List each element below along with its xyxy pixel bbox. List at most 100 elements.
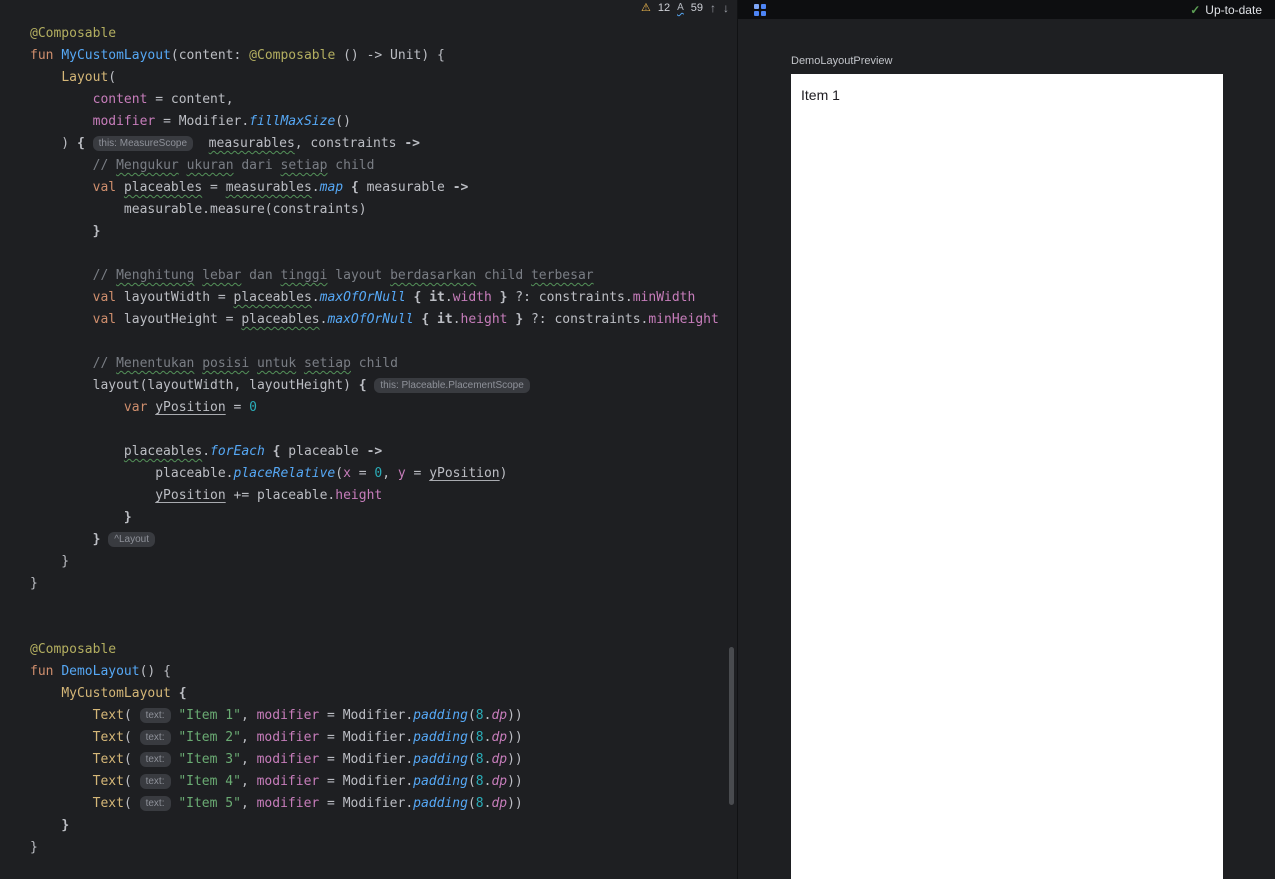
code-token: 0 (249, 400, 257, 415)
code-line[interactable]: modifier = Modifier.fillMaxSize() (30, 111, 737, 133)
code-line[interactable]: } (30, 507, 737, 529)
inlay-hint[interactable]: text: (139, 774, 171, 789)
inlay-hint[interactable]: text: (139, 796, 171, 811)
code-token: Text (92, 796, 124, 811)
code-token: modifier (256, 774, 320, 789)
check-icon: ✓ (1190, 2, 1201, 17)
code-token: () -> Unit) { (335, 48, 445, 63)
code-token: } (92, 224, 101, 239)
code-token: . (452, 312, 461, 327)
code-line[interactable]: fun MyCustomLayout(content: @Composable … (30, 45, 737, 67)
code-line[interactable]: Layout( (30, 67, 737, 89)
code-token: } (61, 818, 70, 833)
code-token: dp (491, 774, 508, 789)
code-token: -> (366, 444, 383, 459)
code-token: } (30, 576, 38, 591)
code-line[interactable]: } ^Layout (30, 529, 737, 551)
code-token: @Composable (30, 642, 117, 657)
code-token: layout (327, 268, 391, 283)
code-line[interactable]: layout(layoutWidth, layoutHeight) { this… (30, 375, 737, 397)
code-line[interactable]: } (30, 221, 737, 243)
code-line[interactable]: // Mengukur ukuran dari setiap child (30, 155, 737, 177)
inlay-hint[interactable]: this: MeasureScope (92, 136, 194, 151)
code-line[interactable]: measurable.measure(constraints) (30, 199, 737, 221)
code-line[interactable]: val layoutWidth = placeables.maxOfOrNull… (30, 287, 737, 309)
code-line[interactable]: } (30, 573, 737, 595)
code-line[interactable] (30, 243, 737, 265)
code-line[interactable]: } (30, 551, 737, 573)
typo-count[interactable]: 59 (691, 2, 703, 14)
code-line[interactable]: var yPosition = 0 (30, 397, 737, 419)
code-token: terbesar (530, 268, 594, 283)
next-issue-arrow-icon[interactable]: ↓ (723, 2, 729, 14)
code-area[interactable]: @Composable fun MyCustomLayout(content: @… (0, 0, 737, 879)
code-token: height (335, 488, 383, 503)
code-token: = (350, 466, 375, 481)
code-token: var (123, 400, 148, 415)
code-line[interactable]: } (30, 837, 737, 859)
editor-scrollbar[interactable] (729, 647, 734, 805)
code-token: = (405, 466, 430, 481)
code-line[interactable]: // Menghitung lebar dan tinggi layout be… (30, 265, 737, 287)
code-line[interactable]: ) { this: MeasureScope measurables, cons… (30, 133, 737, 155)
code-token: )) (507, 730, 523, 745)
code-line[interactable] (30, 595, 737, 617)
preview-surface: Item 1 (791, 74, 1223, 879)
inlay-hint[interactable]: this: Placeable.PlacementScope (374, 378, 530, 393)
code-token: modifier (256, 708, 320, 723)
code-line[interactable]: val layoutHeight = placeables. maxOfOrNul… (30, 309, 737, 331)
code-token: dan (241, 268, 281, 283)
code-token: map (319, 180, 344, 195)
code-token: minWidth (632, 290, 696, 305)
inlay-hint[interactable]: text: (139, 708, 171, 723)
code-token: x (343, 466, 351, 481)
code-line[interactable]: val placeables = measurables.map { measu… (30, 177, 737, 199)
inlay-hint[interactable]: ^Layout (108, 532, 155, 547)
code-line[interactable] (30, 331, 737, 353)
code-token: , (240, 796, 257, 811)
preview-title[interactable]: DemoLayoutPreview (791, 55, 893, 67)
inlay-hint[interactable]: text: (139, 730, 171, 745)
code-token: -> (404, 136, 420, 151)
code-token: { (358, 378, 367, 393)
preview-canvas[interactable]: DemoLayoutPreview Item 1 (738, 19, 1275, 879)
code-line[interactable]: @Composable (30, 23, 737, 45)
code-line[interactable]: MyCustomLayout { (30, 683, 737, 705)
previous-issue-arrow-icon[interactable]: ↑ (710, 2, 716, 14)
code-line[interactable] (30, 419, 737, 441)
code-line[interactable]: @Composable (30, 639, 737, 661)
code-line[interactable]: } (30, 815, 737, 837)
code-line[interactable]: placeables.forEach { placeable -> (30, 441, 737, 463)
inlay-hint[interactable]: text: (139, 752, 171, 767)
warning-count[interactable]: 12 (658, 2, 670, 14)
code-token: yPosition (155, 488, 226, 503)
code-token: placeables (123, 444, 203, 459)
code-token: placeable (280, 444, 367, 459)
code-line[interactable]: yPosition += placeable.height (30, 485, 737, 507)
code-line[interactable]: fun DemoLayout() { (30, 661, 737, 683)
code-line[interactable]: Text( text: "Item 4", modifier = Modifie… (30, 771, 737, 793)
code-line[interactable]: // Menentukan posisi untuk setiap child (30, 353, 737, 375)
inspection-widget[interactable]: ⚠ 12 A 59 ↑ ↓ (641, 1, 729, 15)
code-line[interactable]: placeable.placeRelative(x = 0, y = yPosi… (30, 463, 737, 485)
code-token: dp (491, 708, 508, 723)
code-line[interactable]: Text( text: "Item 2", modifier = Modifie… (30, 727, 737, 749)
code-token: } (30, 840, 38, 855)
code-line[interactable]: Text( text: "Item 1", modifier = Modifie… (30, 705, 737, 727)
grid-view-icon[interactable] (754, 3, 766, 16)
code-token: ( (123, 774, 140, 789)
build-status-badge[interactable]: ✓ Up-to-date (1190, 3, 1262, 17)
code-line[interactable]: Text( text: "Item 3", modifier = Modifie… (30, 749, 737, 771)
code-line[interactable]: content = content, (30, 89, 737, 111)
code-line[interactable] (30, 617, 737, 639)
code-line[interactable]: Text( text: "Item 5", modifier = Modifie… (30, 793, 737, 815)
code-token: = (202, 180, 226, 195)
code-editor[interactable]: @Composable fun MyCustomLayout(content: @… (0, 0, 737, 879)
